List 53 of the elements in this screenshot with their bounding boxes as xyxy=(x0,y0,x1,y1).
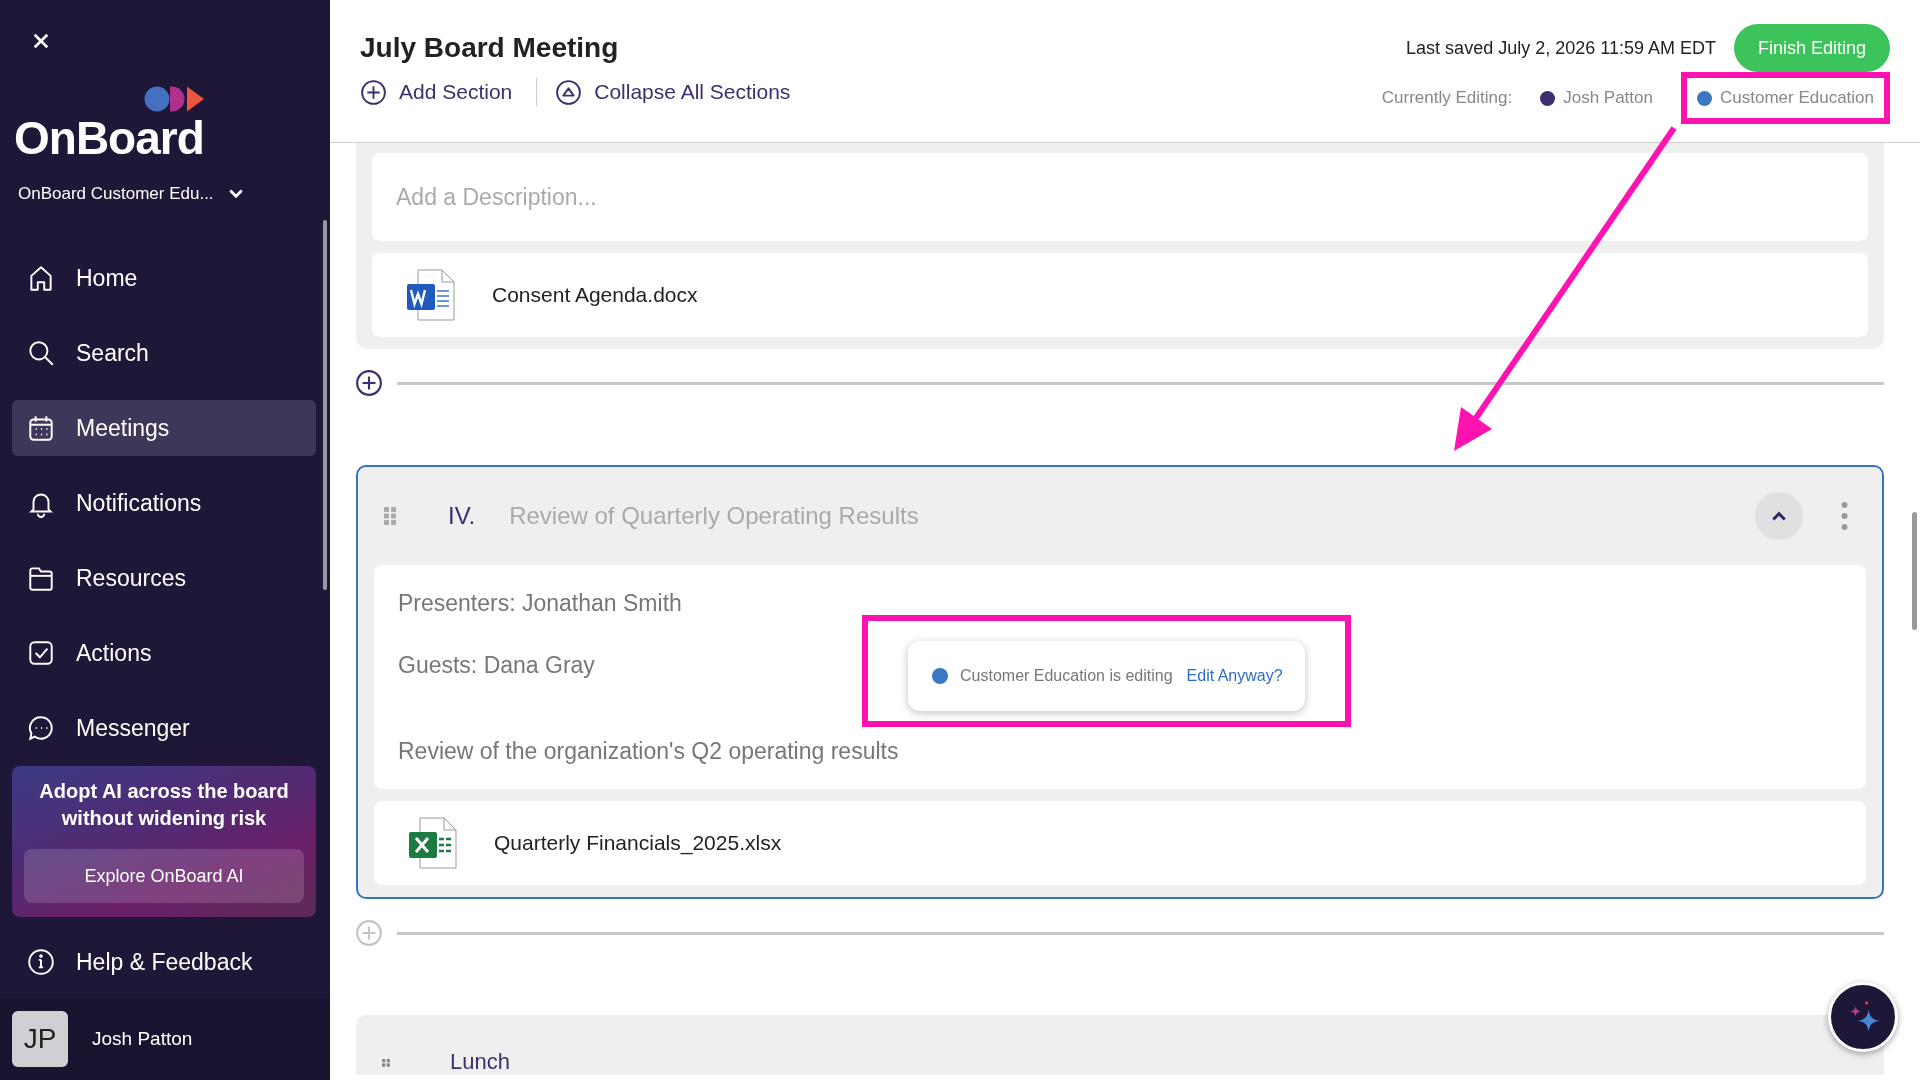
editor-name: Customer Education xyxy=(1719,88,1874,108)
plus-icon xyxy=(360,78,387,106)
nav-item[interactable]: Actions xyxy=(12,625,316,681)
nav-item[interactable]: Resources xyxy=(12,550,316,606)
file-attachment[interactable]: Quarterly Financials_2025.xlsx xyxy=(374,801,1866,885)
chat-icon xyxy=(26,713,56,743)
collapse-icon xyxy=(555,78,583,106)
toolbar-action[interactable]: Add Section xyxy=(360,78,513,106)
avatar[interactable]: JP xyxy=(12,1011,68,1067)
nav-item[interactable]: Home xyxy=(12,250,316,306)
document-icon xyxy=(406,269,456,321)
nav-item[interactable]: Notifications xyxy=(12,475,316,531)
meeting-title: July Board Meeting xyxy=(360,32,620,64)
file-name: Quarterly Financials_2025.xlsx xyxy=(494,831,782,855)
section-title: Review of Quarterly Operating Results xyxy=(509,502,919,530)
file-name: Consent Agenda.docx xyxy=(492,283,698,307)
calendar-icon xyxy=(26,413,56,443)
add-section-icon[interactable] xyxy=(355,369,383,397)
section-text: Review of the organization's Q2 operating results xyxy=(398,737,899,766)
chevron-up-icon xyxy=(1771,510,1787,522)
scrollbar-thumb[interactable] xyxy=(1912,512,1917,630)
search-icon xyxy=(26,338,56,368)
nav-item[interactable]: Search xyxy=(12,325,316,381)
logo: OnBoard xyxy=(14,114,204,162)
promo-text: Adopt AI across the board without widening risk xyxy=(38,779,290,831)
edit-anyway-link[interactable]: Edit Anyway? xyxy=(1186,667,1283,685)
help-link[interactable]: Help & Feedback xyxy=(12,934,316,990)
last-saved-text: Last saved July 2, 2026 11:59 AM EDT xyxy=(1406,37,1716,59)
drag-handle-icon[interactable] xyxy=(384,507,396,525)
info-icon xyxy=(26,947,56,977)
nav-item[interactable]: Meetings xyxy=(12,400,316,456)
section-text: Presenters: Jonathan Smith xyxy=(398,589,682,618)
close-icon[interactable] xyxy=(32,32,50,50)
checkbox-icon xyxy=(26,638,56,668)
chevron-down-icon xyxy=(227,188,244,200)
ai-assistant-button[interactable] xyxy=(1828,982,1898,1052)
collapse-button[interactable] xyxy=(1755,492,1803,540)
toolbar-action[interactable]: Collapse All Sections xyxy=(555,78,791,106)
logo-icon xyxy=(144,86,206,112)
scrollbar-thumb[interactable] xyxy=(323,220,327,590)
nav-item[interactable]: Messenger xyxy=(12,700,316,756)
file-attachment[interactable]: Consent Agenda.docx xyxy=(372,253,1868,337)
section-text: Guests: Dana Gray xyxy=(398,651,595,680)
tooltip-text: Customer Education is editing xyxy=(960,667,1173,685)
section-number: IV. xyxy=(448,502,476,530)
editing-label: Currently Editing: xyxy=(1381,88,1513,108)
section-title: Lunch xyxy=(450,1049,510,1075)
explore-button[interactable]: Explore OnBoard AI xyxy=(24,849,304,903)
organization-dropdown[interactable]: OnBoard Customer Edu... xyxy=(18,184,330,204)
more-icon[interactable] xyxy=(1841,502,1848,530)
editor-name: Josh Patton xyxy=(1563,88,1653,108)
user-name: Josh Patton xyxy=(92,1028,193,1050)
spreadsheet-icon xyxy=(408,817,458,869)
